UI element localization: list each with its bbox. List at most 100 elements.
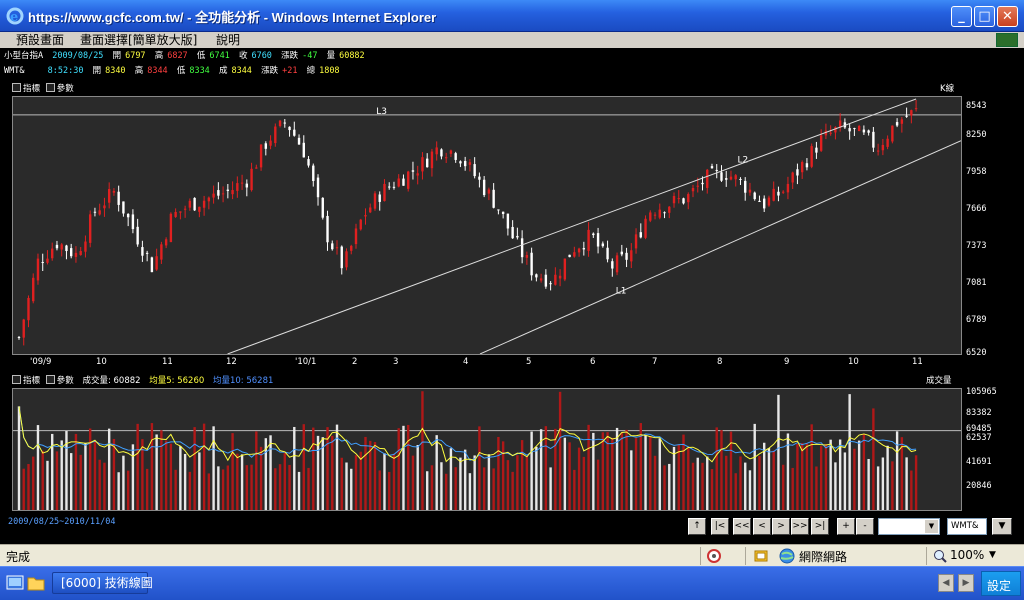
volume-bar bbox=[720, 430, 723, 510]
candle-body bbox=[297, 137, 301, 145]
deal-label: 成 bbox=[218, 66, 228, 76]
candle-body bbox=[815, 147, 818, 153]
candle-body bbox=[193, 197, 196, 211]
volume-bar bbox=[796, 444, 799, 510]
back-button[interactable]: < bbox=[753, 518, 771, 535]
param-label[interactable]: 參數 bbox=[57, 84, 74, 94]
grid-icon[interactable] bbox=[996, 33, 1018, 47]
menu-bar: 預設畫面 畫面選擇[簡單放大版] 說明 bbox=[0, 32, 1024, 48]
privacy-icon[interactable] bbox=[706, 549, 722, 563]
chevron-down-icon[interactable]: ▼ bbox=[925, 520, 938, 533]
volume-bar bbox=[563, 437, 567, 510]
volume-bar bbox=[525, 456, 529, 510]
menu-help[interactable]: 說明 bbox=[216, 32, 240, 48]
tray-scroll-right[interactable]: ▶ bbox=[958, 574, 974, 592]
indicator-toggle-icon[interactable] bbox=[12, 83, 21, 92]
maximize-button[interactable]: □ bbox=[974, 6, 995, 27]
volume-bar bbox=[848, 394, 851, 510]
volume-panel-header: 指標 參數 成交量: 60882 均量5: 56260 均量10: 56281 bbox=[12, 375, 273, 387]
candle-body bbox=[706, 169, 709, 188]
candle-body bbox=[501, 211, 505, 215]
candle-body bbox=[881, 144, 885, 151]
candle-body bbox=[506, 213, 510, 229]
vol-indicator-toggle-icon[interactable] bbox=[12, 375, 21, 384]
zoom-level[interactable]: 100% bbox=[950, 548, 984, 562]
first-button[interactable]: |< bbox=[711, 518, 729, 535]
volume-bar bbox=[131, 444, 135, 510]
menu-view-select[interactable]: 畫面選擇[簡單放大版] bbox=[80, 32, 197, 48]
fast-back-button[interactable]: << bbox=[733, 518, 751, 535]
candle-body bbox=[350, 245, 353, 251]
volume-bar bbox=[706, 456, 709, 510]
vol-param-label[interactable]: 參數 bbox=[57, 376, 74, 386]
candle-body bbox=[478, 176, 481, 180]
volume-bar bbox=[60, 440, 63, 510]
symbol-dropdown-button[interactable]: ▼ bbox=[992, 518, 1012, 535]
volume-bar bbox=[478, 426, 481, 510]
volume-bar bbox=[155, 434, 158, 510]
candle-body bbox=[278, 120, 282, 127]
candle-body bbox=[416, 173, 419, 176]
x-tick-label: '10/1 bbox=[295, 357, 317, 367]
vol-indicator-label[interactable]: 指標 bbox=[23, 376, 40, 386]
tray-scroll-left[interactable]: ◀ bbox=[938, 574, 954, 592]
candle-body bbox=[525, 254, 529, 258]
candle-body bbox=[369, 207, 372, 213]
folder-icon[interactable] bbox=[27, 574, 45, 592]
zoom-dropdown-icon[interactable]: ▼ bbox=[989, 550, 996, 560]
candle-body bbox=[520, 238, 524, 258]
period-select[interactable]: ▼ bbox=[878, 518, 940, 535]
candle-body bbox=[758, 200, 761, 202]
vol-param-toggle-icon[interactable] bbox=[45, 375, 55, 384]
volume-bar bbox=[79, 454, 82, 510]
menu-default-view[interactable]: 預設畫面 bbox=[16, 32, 64, 48]
up-button[interactable]: ↑ bbox=[688, 518, 706, 535]
zoom-out-button[interactable]: - bbox=[856, 518, 874, 535]
zoom-in-button[interactable]: + bbox=[837, 518, 855, 535]
taskbar-item-chart[interactable]: [6000] 技術線圖 bbox=[52, 572, 153, 594]
close-button[interactable]: ✕ bbox=[997, 6, 1018, 27]
volume-bar bbox=[677, 444, 680, 510]
candle-body bbox=[744, 180, 747, 193]
indicator-label[interactable]: 指標 bbox=[23, 84, 40, 94]
candle-body bbox=[145, 252, 149, 254]
volume-bar bbox=[696, 457, 699, 510]
minimize-button[interactable]: _ bbox=[951, 6, 972, 27]
candle-body bbox=[649, 212, 652, 221]
y-tick-label: 6520 bbox=[966, 348, 987, 358]
volume-bar bbox=[611, 437, 614, 510]
volume-bar bbox=[454, 467, 457, 510]
settings-button[interactable]: 設定 bbox=[987, 577, 1011, 594]
y-tick-label: 6789 bbox=[966, 315, 987, 325]
volume-bar bbox=[492, 468, 495, 510]
candlestick-chart[interactable]: L1 L2 L3 bbox=[12, 96, 962, 355]
param-toggle-icon[interactable] bbox=[45, 83, 55, 92]
x-tick-label: 11 bbox=[162, 357, 173, 367]
protected-mode-icon[interactable] bbox=[754, 549, 768, 563]
candle-body bbox=[397, 178, 400, 187]
candle-body bbox=[126, 213, 130, 218]
ie-logo-icon: e bbox=[6, 7, 24, 25]
low-label-2: 低 bbox=[176, 66, 186, 76]
volume-bar bbox=[558, 391, 562, 510]
fast-forward-button[interactable]: >> bbox=[791, 518, 809, 535]
change-label-2: 漲跌 bbox=[261, 66, 279, 76]
candle-body bbox=[112, 190, 116, 193]
volume-bar bbox=[620, 432, 624, 510]
volume-bar bbox=[748, 470, 752, 510]
change-value-2: +21 bbox=[282, 66, 298, 76]
volume-bar bbox=[74, 433, 78, 510]
volume-bar bbox=[103, 462, 106, 510]
close-label: 收 bbox=[238, 51, 248, 61]
last-button[interactable]: >| bbox=[811, 518, 829, 535]
show-desktop-icon[interactable] bbox=[6, 574, 24, 592]
symbol-input[interactable]: WMT& bbox=[947, 518, 987, 535]
forward-button[interactable]: > bbox=[772, 518, 790, 535]
candle-body bbox=[630, 250, 633, 262]
candle-body bbox=[98, 210, 101, 215]
window-title: https://www.gcfc.com.tw/ - 全功能分析 - Windo… bbox=[28, 10, 437, 25]
volume-value: 60882 bbox=[339, 51, 365, 61]
zoom-icon[interactable] bbox=[933, 549, 947, 563]
candle-body bbox=[136, 226, 139, 245]
volume-chart[interactable] bbox=[12, 388, 962, 511]
